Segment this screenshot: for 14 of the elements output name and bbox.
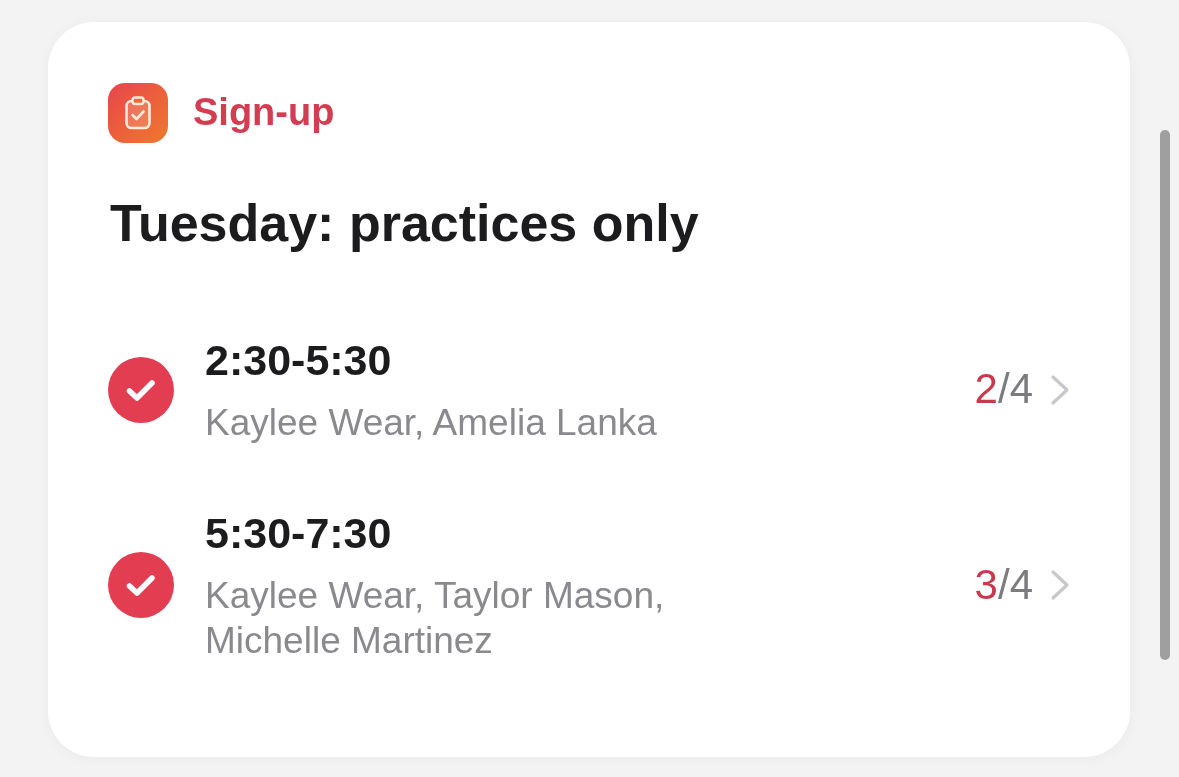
participant-names: Kaylee Wear, Taylor Mason, Michelle Martinez	[205, 574, 666, 663]
time-range: 2:30-5:30	[205, 335, 393, 386]
scrollbar[interactable]	[1160, 130, 1170, 660]
participant-names: Kaylee Wear, Amelia Lanka	[205, 401, 657, 445]
slot-count: 3/4	[974, 559, 1033, 610]
check-circle-icon[interactable]	[108, 356, 174, 423]
check-circle-icon[interactable]	[108, 552, 174, 618]
chevron-right-icon[interactable]	[1050, 373, 1070, 406]
heading: Tuesday: practices only	[110, 193, 700, 254]
clipboard-check-icon	[108, 83, 168, 143]
chevron-right-icon[interactable]	[1050, 569, 1070, 601]
time-range: 5:30-7:30	[205, 508, 393, 559]
slot-count: 2/4	[974, 364, 1033, 415]
section-title: Sign-up	[193, 90, 335, 136]
